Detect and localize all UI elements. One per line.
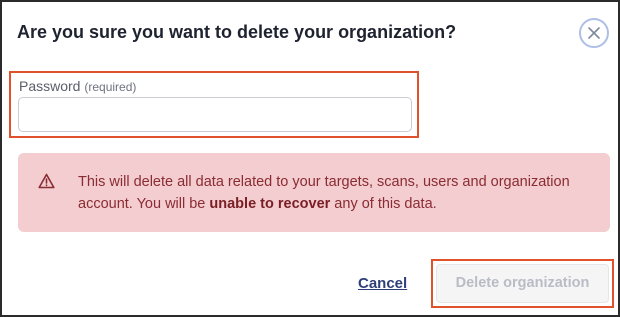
warning-message: This will delete all data related to you… — [78, 171, 598, 215]
close-icon — [588, 27, 600, 39]
warning-alert: This will delete all data related to you… — [18, 153, 610, 232]
delete-organization-button[interactable]: Delete organization — [436, 264, 609, 303]
cancel-button[interactable]: Cancel — [358, 275, 407, 292]
required-hint: (required) — [84, 80, 137, 94]
delete-organization-dialog: Are you sure you want to delete your org… — [0, 0, 620, 317]
dialog-title: Are you sure you want to delete your org… — [17, 22, 457, 42]
password-input[interactable] — [18, 97, 412, 132]
warning-text-emphasis: unable to recover — [209, 196, 331, 212]
password-label: Password (required) — [19, 78, 136, 94]
warning-icon — [38, 173, 55, 189]
password-label-text: Password — [19, 78, 81, 94]
warning-text-end: any of this data. — [330, 196, 437, 212]
close-button[interactable] — [579, 18, 609, 48]
